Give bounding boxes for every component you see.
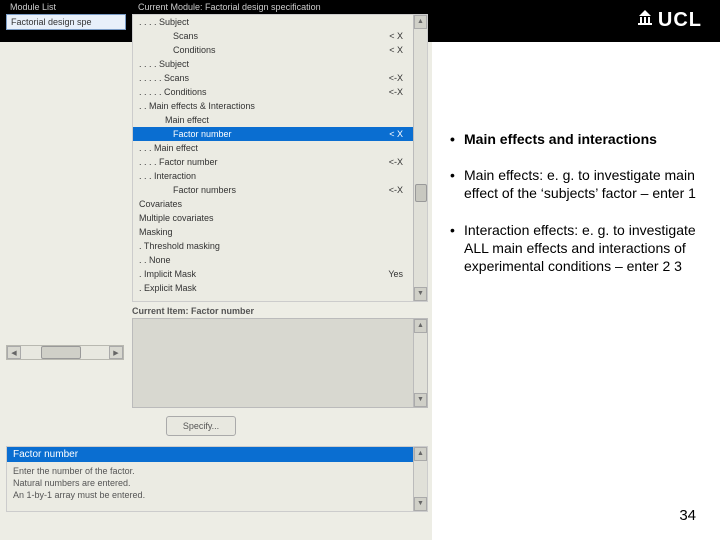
tree-row[interactable]: . . . . Subject [133,15,427,29]
tree-row[interactable]: Factor number< X [133,127,427,141]
dome-icon [636,8,654,32]
tree-row[interactable]: . . . . Factor number<-X [133,155,427,169]
tree-label: Conditions [139,44,216,56]
scroll-up-icon[interactable]: ▲ [414,15,427,29]
tree-label: . . . . . Conditions [139,86,207,98]
left-scrollbar[interactable]: ◀ ▶ [6,345,124,360]
tree-label: . . . . Factor number [139,156,218,168]
tree-label: . . Main effects & Interactions [139,100,255,112]
specify-button[interactable]: Specify... [166,416,236,436]
tree-row[interactable]: Scans< X [133,29,427,43]
help-panel: Factor number Enter the number of the fa… [6,446,428,512]
tree-row[interactable]: . . . Main effect [133,141,427,155]
value-scrollbar[interactable]: ▲ ▼ [413,319,427,407]
bullet-item: Interaction effects: e. g. to investigat… [446,221,700,276]
module-list-label: Module List [10,2,56,12]
tree-row[interactable]: Covariates [133,197,427,211]
tree-row[interactable]: . . None [133,253,427,267]
page-number: 34 [679,507,696,524]
tree-row[interactable]: . Explicit Mask [133,281,427,295]
tree-label: . Threshold masking [139,240,220,252]
tree-row[interactable]: Main effect [133,113,427,127]
help-line: Natural numbers are entered. [13,477,421,489]
tree-label: Scans [139,30,198,42]
tree-row[interactable]: . Threshold masking [133,239,427,253]
value-panel[interactable]: ▲ ▼ [132,318,428,408]
ucl-text: UCL [658,9,702,32]
tree-label: . . . . . Scans [139,72,189,84]
current-item-label: Current Item: Factor number [132,306,254,316]
bullet-item: Main effects: e. g. to investigate main … [446,166,700,202]
help-title: Factor number [7,447,427,462]
tree-row[interactable]: . Implicit MaskYes [133,267,427,281]
tree-panel: . . . . SubjectScans< XConditions< X. . … [132,14,428,302]
tree-label: . . . Interaction [139,170,196,182]
module-list-item[interactable]: Factorial design spe [6,14,126,30]
help-body: Enter the number of the factor. Natural … [7,462,427,504]
tree-label: Multiple covariates [139,212,214,224]
tree-label: Main effect [139,114,209,126]
tree-label: Masking [139,226,173,238]
tree-label: Factor number [139,128,232,140]
help-scrollbar[interactable]: ▲ ▼ [413,447,427,511]
tree-label: . . . Main effect [139,142,198,154]
module-list-panel: Factorial design spe [6,14,126,30]
slide-bullets: Main effects and interactions Main effec… [446,130,700,293]
tree-row[interactable]: Conditions< X [133,43,427,57]
tree-label: . Explicit Mask [139,282,197,294]
tree-row[interactable]: Factor numbers<-X [133,183,427,197]
current-module-label: Current Module: Factorial design specifi… [138,2,321,12]
tree-row[interactable]: Multiple covariates [133,211,427,225]
scroll-up-icon[interactable]: ▲ [414,319,427,333]
tree-label: . Implicit Mask [139,268,196,280]
scroll-down-icon[interactable]: ▼ [414,497,427,511]
tree-label: . . None [139,254,171,266]
scroll-right-icon[interactable]: ▶ [109,346,123,359]
tree-row[interactable]: . . Main effects & Interactions [133,99,427,113]
scroll-thumb[interactable] [415,184,427,202]
scroll-down-icon[interactable]: ▼ [414,393,427,407]
tree-row[interactable]: . . . Interaction [133,169,427,183]
tree-row[interactable]: . . . . . Conditions<-X [133,85,427,99]
tree-row[interactable]: . . . . Subject [133,57,427,71]
scroll-left-icon[interactable]: ◀ [7,346,21,359]
help-line: Enter the number of the factor. [13,465,421,477]
tree-label: . . . . Subject [139,58,189,70]
tree-scrollbar[interactable]: ▲ ▼ [413,15,427,301]
scroll-down-icon[interactable]: ▼ [414,287,427,301]
ucl-logo: UCL [636,8,702,32]
tree-label: Covariates [139,198,182,210]
tree-label: Factor numbers [139,184,236,196]
help-line: An 1-by-1 array must be entered. [13,489,421,501]
scroll-thumb[interactable] [41,346,81,359]
tree-row[interactable]: . . . . . Scans<-X [133,71,427,85]
bullet-heading: Main effects and interactions [446,130,700,148]
tree-label: . . . . Subject [139,16,189,28]
tree-row[interactable]: Masking [133,225,427,239]
scroll-up-icon[interactable]: ▲ [414,447,427,461]
